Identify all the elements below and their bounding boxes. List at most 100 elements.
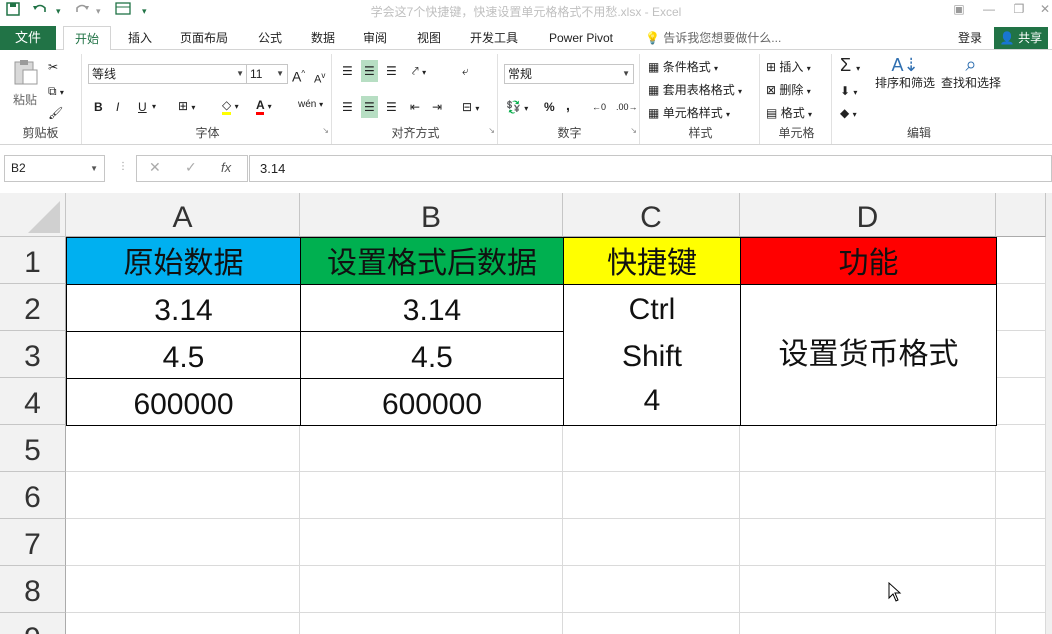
formula-input[interactable]: 3.14	[249, 155, 1052, 182]
share-button[interactable]: 👤 共享	[994, 27, 1048, 49]
row-header-6[interactable]: 6	[0, 472, 66, 519]
clear-icon[interactable]: ◆ ▾	[840, 104, 857, 124]
vertical-scrollbar[interactable]	[1046, 193, 1052, 634]
percent-button[interactable]: %	[544, 98, 555, 116]
format-as-table-button[interactable]: ▦ 套用表格格式 ▾	[648, 81, 742, 101]
autosum-icon[interactable]: Σ ▾	[840, 56, 860, 78]
sort-filter-button[interactable]: A⇣ 排序和筛选	[874, 56, 936, 92]
find-select-button[interactable]: ⌕ 查找和选择	[940, 55, 1002, 92]
cell-b1[interactable]: 设置格式后数据	[300, 237, 564, 285]
tab-file[interactable]: 文件	[0, 26, 56, 50]
row-header-3[interactable]: 3	[0, 331, 66, 378]
decrease-indent-icon[interactable]: ⇤	[410, 98, 420, 116]
number-format-select[interactable]: 常规 ▼	[504, 64, 634, 84]
align-top-icon[interactable]: ☰	[342, 62, 353, 80]
cell-b9[interactable]	[300, 613, 563, 634]
align-middle-icon[interactable]: ☰	[361, 60, 378, 82]
font-dialog-launcher-icon[interactable]: ↘	[322, 122, 329, 140]
align-right-icon[interactable]: ☰	[386, 98, 397, 116]
cell-e8[interactable]	[996, 566, 1046, 613]
cell-e7[interactable]	[996, 519, 1046, 566]
formula-bar-splitter-icon[interactable]: ⋮	[118, 161, 128, 172]
tell-me-box[interactable]: 💡 告诉我您想要做什么...	[645, 26, 781, 50]
bold-button[interactable]: B	[94, 98, 103, 116]
cell-d2-d4-merged[interactable]: 设置货币格式	[740, 284, 997, 426]
fill-color-icon[interactable]: ◇ ▾	[222, 96, 239, 116]
tab-formulas[interactable]: 公式	[246, 26, 294, 51]
cell-a7[interactable]	[66, 519, 300, 566]
row-header-2[interactable]: 2	[0, 284, 66, 331]
select-all-button[interactable]	[0, 193, 66, 237]
cell-b3[interactable]: 4.5	[300, 331, 564, 379]
number-dialog-launcher-icon[interactable]: ↘	[630, 122, 637, 140]
enter-icon[interactable]: ✓	[185, 159, 197, 176]
copy-icon[interactable]: ⧉ ▾	[48, 82, 64, 102]
format-painter-icon[interactable]: 🖌	[48, 104, 63, 122]
cell-a4[interactable]: 600000	[66, 378, 301, 426]
alignment-dialog-launcher-icon[interactable]: ↘	[488, 122, 495, 140]
cell-e4[interactable]	[996, 378, 1046, 425]
underline-button[interactable]: U	[138, 98, 147, 116]
cell-d9[interactable]	[740, 613, 996, 634]
cell-d1[interactable]: 功能	[740, 237, 997, 285]
cell-b6[interactable]	[300, 472, 563, 519]
cell-b7[interactable]	[300, 519, 563, 566]
cell-a8[interactable]	[66, 566, 300, 613]
cell-d6[interactable]	[740, 472, 996, 519]
cell-a3[interactable]: 4.5	[66, 331, 301, 379]
cell-d5[interactable]	[740, 425, 996, 472]
font-size-select[interactable]: 11 ▼	[246, 64, 288, 84]
cell-c5[interactable]	[563, 425, 740, 472]
wrap-text-icon[interactable]: ⤶	[462, 62, 469, 80]
cell-b8[interactable]	[300, 566, 563, 613]
insert-function-button[interactable]: fx	[221, 160, 231, 175]
row-header-8[interactable]: 8	[0, 566, 66, 613]
ribbon-display-icon[interactable]: ▣	[944, 0, 974, 20]
italic-button[interactable]: I	[116, 98, 119, 116]
comma-button[interactable]: ,	[566, 96, 570, 114]
cell-d7[interactable]	[740, 519, 996, 566]
font-size-down-button[interactable]: Av	[314, 67, 325, 89]
cell-e9[interactable]	[996, 613, 1046, 634]
cell-a9[interactable]	[66, 613, 300, 634]
tab-home[interactable]: 开始	[63, 26, 111, 51]
cell-styles-button[interactable]: ▦ 单元格样式 ▾	[648, 104, 730, 124]
tab-insert[interactable]: 插入	[118, 26, 162, 51]
column-header-c[interactable]: C	[563, 193, 740, 237]
cell-e5[interactable]	[996, 425, 1046, 472]
cell-b5[interactable]	[300, 425, 563, 472]
cell-c8[interactable]	[563, 566, 740, 613]
row-header-1[interactable]: 1	[0, 237, 66, 284]
row-header-7[interactable]: 7	[0, 519, 66, 566]
column-header-b[interactable]: B	[300, 193, 563, 237]
cell-b2[interactable]: 3.14	[300, 284, 564, 332]
row-header-9[interactable]: 9	[0, 613, 66, 634]
cell-e3[interactable]	[996, 331, 1046, 378]
cell-c9[interactable]	[563, 613, 740, 634]
cell-a5[interactable]	[66, 425, 300, 472]
column-header-d[interactable]: D	[740, 193, 996, 237]
cell-e2[interactable]	[996, 284, 1046, 331]
align-left-icon[interactable]: ☰	[342, 98, 353, 116]
row-header-5[interactable]: 5	[0, 425, 66, 472]
row-header-4[interactable]: 4	[0, 378, 66, 425]
increase-indent-icon[interactable]: ⇥	[432, 98, 442, 116]
font-color-icon[interactable]: A ▾	[256, 96, 272, 116]
column-header-e[interactable]	[996, 193, 1046, 237]
tab-developer[interactable]: 开发工具	[458, 26, 530, 51]
cut-icon[interactable]: ✂	[48, 58, 58, 76]
orientation-icon[interactable]: ⤤ ▾	[412, 62, 426, 82]
merge-center-icon[interactable]: ⊟ ▾	[462, 98, 479, 118]
tab-review[interactable]: 审阅	[352, 26, 398, 51]
column-header-a[interactable]: A	[66, 193, 300, 237]
cell-c7[interactable]	[563, 519, 740, 566]
tab-view[interactable]: 视图	[406, 26, 452, 51]
minimize-icon[interactable]: —	[974, 0, 1004, 20]
name-box[interactable]: B2 ▼	[4, 155, 105, 182]
cell-a1[interactable]: 原始数据	[66, 237, 301, 285]
format-cells-button[interactable]: ▤ 格式 ▾	[766, 104, 812, 124]
cell-c6[interactable]	[563, 472, 740, 519]
increase-decimal-icon[interactable]: ←0	[592, 98, 606, 116]
phonetic-icon[interactable]: wén ▾	[298, 96, 323, 114]
cell-e6[interactable]	[996, 472, 1046, 519]
